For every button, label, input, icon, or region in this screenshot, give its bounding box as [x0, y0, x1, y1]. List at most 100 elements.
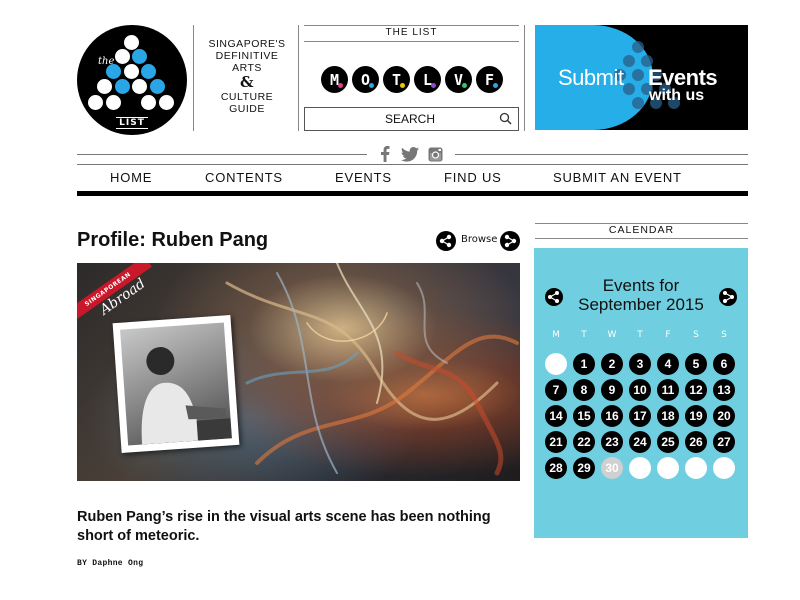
divider	[193, 25, 194, 131]
logo-dot	[124, 64, 139, 79]
calendar-empty-cell	[629, 457, 651, 479]
logo-list-text: LIST	[116, 117, 148, 129]
weekday-label: T	[637, 330, 643, 340]
calendar-day[interactable]: 3	[629, 353, 651, 375]
logo-dot	[106, 95, 121, 110]
logo-dot	[132, 49, 147, 64]
calendar-title: Events for September 2015	[534, 276, 748, 314]
calendar-day[interactable]: 15	[573, 405, 595, 427]
logo-dot	[97, 79, 112, 94]
calendar-day[interactable]: 13	[713, 379, 735, 401]
calendar-day[interactable]: 28	[545, 457, 567, 479]
calendar-day[interactable]: 1	[573, 353, 595, 375]
calendar-day[interactable]: 29	[573, 457, 595, 479]
calendar-day[interactable]: 11	[657, 379, 679, 401]
calendar-prev-button[interactable]	[545, 288, 563, 306]
browse-next-button[interactable]	[500, 231, 520, 251]
calendar-day[interactable]: 21	[545, 431, 567, 453]
calendar-widget: Events for September 2015 M T W T F S S …	[534, 248, 748, 538]
nav-home[interactable]: HOME	[110, 170, 152, 185]
calendar-day[interactable]: 2	[601, 353, 623, 375]
calendar-day[interactable]: 5	[685, 353, 707, 375]
calendar-next-button[interactable]	[719, 288, 737, 306]
logo-dot	[124, 35, 139, 50]
calendar-day[interactable]: 25	[657, 431, 679, 453]
calendar-day[interactable]: 17	[629, 405, 651, 427]
search-input[interactable]	[305, 108, 495, 130]
the-list-title: THE LIST	[385, 27, 438, 38]
motlve-o-button[interactable]: O	[352, 66, 379, 93]
logo-dot	[141, 64, 156, 79]
logo-dot	[132, 79, 147, 94]
weekday-label: S	[721, 330, 727, 340]
divider	[535, 238, 748, 239]
browse-label[interactable]: Browse	[461, 234, 497, 245]
calendar-day-current[interactable]: 30	[601, 457, 623, 479]
calendar-day[interactable]: 23	[601, 431, 623, 453]
logo-dot	[106, 64, 121, 79]
motlve-m-button[interactable]: M	[321, 66, 348, 93]
person-silhouette	[141, 347, 232, 445]
calendar-day[interactable]: 4	[657, 353, 679, 375]
calendar-day[interactable]: 27	[713, 431, 735, 453]
calendar-day[interactable]: 6	[713, 353, 735, 375]
divider	[298, 25, 299, 131]
calendar-day[interactable]: 9	[601, 379, 623, 401]
logo-dot	[141, 95, 156, 110]
nav-submit-event[interactable]: SUBMIT AN EVENT	[553, 170, 682, 185]
calendar-day[interactable]: 12	[685, 379, 707, 401]
browse-prev-button[interactable]	[436, 231, 456, 251]
logo-dot	[115, 49, 130, 64]
motlve-f-button[interactable]: F	[476, 66, 503, 93]
divider	[304, 41, 519, 42]
site-tagline: Singapore's Definitive Arts & Culture Gu…	[196, 38, 298, 115]
motlve-l-button[interactable]: L	[414, 66, 441, 93]
calendar-day[interactable]: 8	[573, 379, 595, 401]
tagline-ampersand: &	[239, 73, 255, 91]
calendar-day[interactable]: 26	[685, 431, 707, 453]
share-nodes-icon	[548, 291, 559, 303]
calendar-day[interactable]: 14	[545, 405, 567, 427]
logo-dot	[88, 95, 103, 110]
logo-dot	[159, 95, 174, 110]
calendar-empty-cell	[685, 457, 707, 479]
calendar-heading: CALENDAR	[608, 224, 675, 236]
calendar-empty-cell	[713, 457, 735, 479]
tagline-line: Guide	[229, 103, 265, 115]
calendar-day[interactable]: 20	[713, 405, 735, 427]
tagline-line: Culture	[220, 91, 274, 103]
instagram-icon[interactable]	[426, 145, 444, 163]
article-byline: BY Daphne Ong	[77, 559, 144, 568]
nav-contents[interactable]: CONTENTS	[205, 170, 283, 185]
tagline-line: Definitive	[215, 50, 279, 62]
logo-dot	[150, 79, 165, 94]
calendar-month: September 2015	[578, 295, 704, 314]
submit-events-banner[interactable]: Submit Events with us	[535, 25, 748, 130]
motlve-v-button[interactable]: V	[445, 66, 472, 93]
calendar-day[interactable]: 10	[629, 379, 651, 401]
facebook-icon[interactable]	[376, 145, 394, 163]
calendar-day[interactable]: 7	[545, 379, 567, 401]
calendar-day[interactable]: 22	[573, 431, 595, 453]
search-box	[304, 107, 519, 131]
search-icon[interactable]	[499, 112, 512, 125]
nav-underline-bar	[77, 191, 748, 196]
weekday-label: F	[665, 330, 671, 340]
divider	[77, 154, 367, 155]
site-logo[interactable]: the LIST	[77, 25, 187, 135]
twitter-icon[interactable]	[401, 145, 419, 163]
portrait-photo	[112, 315, 240, 453]
divider	[304, 25, 519, 26]
calendar-day[interactable]: 24	[629, 431, 651, 453]
calendar-day[interactable]: 16	[601, 405, 623, 427]
motlve-t-button[interactable]: T	[383, 66, 410, 93]
calendar-day[interactable]: 18	[657, 405, 679, 427]
nav-find-us[interactable]: FIND US	[444, 170, 502, 185]
calendar-empty-cell	[545, 353, 567, 375]
calendar-day[interactable]: 19	[685, 405, 707, 427]
article-lead: Ruben Pang’s rise in the visual arts sce…	[77, 509, 491, 544]
weekday-label: M	[552, 330, 560, 340]
tagline-line: Singapore's	[208, 38, 286, 50]
calendar-empty-cell	[657, 457, 679, 479]
nav-events[interactable]: EVENTS	[335, 170, 392, 185]
